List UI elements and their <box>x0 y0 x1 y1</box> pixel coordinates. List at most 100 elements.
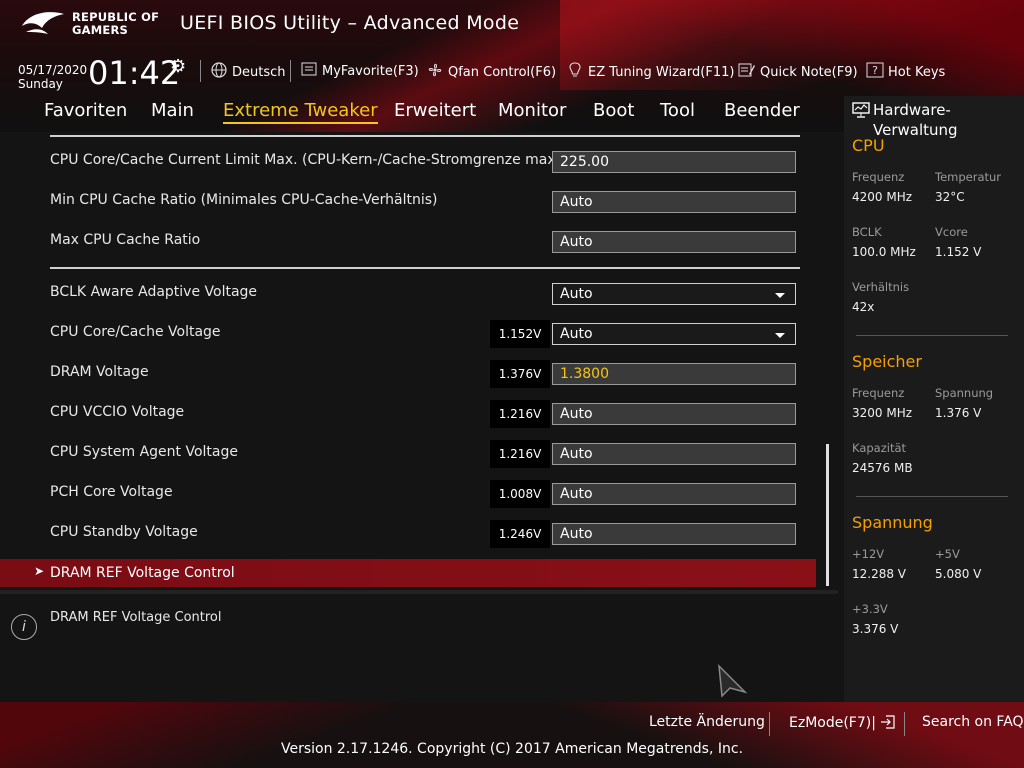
language-label: Deutsch <box>232 64 286 80</box>
section-divider <box>856 496 1008 497</box>
favorite-list-icon <box>300 62 318 80</box>
setting-label: Max CPU Cache Ratio <box>50 232 201 248</box>
qfan-button[interactable]: Qfan Control(F6) <box>426 62 556 82</box>
mem-cap-label: Kapazität <box>852 441 907 455</box>
date-display: 05/17/2020 Sunday <box>18 63 87 91</box>
mem-volt-value: 1.376 V <box>935 406 982 420</box>
copyright-text: Version 2.17.1246. Copyright (C) 2017 Am… <box>280 741 744 757</box>
footer-divider <box>769 712 770 736</box>
section-divider <box>50 135 800 137</box>
search-faq-button[interactable]: Search on FAQ <box>922 714 1024 730</box>
toolbar-divider <box>290 60 291 82</box>
cpu-core-voltage-select[interactable]: Auto <box>552 323 796 345</box>
app-title: UEFI BIOS Utility – Advanced Mode <box>180 12 520 34</box>
min-cache-ratio-input[interactable]: Auto <box>552 191 796 213</box>
cpu-temp-label: Temperatur <box>935 170 1002 184</box>
help-description: DRAM REF Voltage Control <box>50 610 222 625</box>
mouse-cursor-icon <box>718 664 748 698</box>
rog-logo: REPUBLIC OF GAMERS <box>20 8 170 40</box>
cpu-heading: CPU <box>852 136 885 155</box>
tab-boot[interactable]: Boot <box>593 100 634 121</box>
exit-arrow-icon <box>881 715 896 729</box>
pch-core-voltage-input[interactable]: Auto <box>552 483 796 505</box>
setting-label: Min CPU Cache Ratio (Minimales CPU-Cache… <box>50 192 438 208</box>
settings-panel: CPU Core/Cache Current Limit Max. (CPU-K… <box>0 132 838 702</box>
hot-keys-label: Hot Keys <box>888 64 946 80</box>
v5-value: 5.080 V <box>935 567 982 581</box>
ez-tuning-label: EZ Tuning Wizard(F11) <box>588 64 735 80</box>
myfavorite-button[interactable]: MyFavorite(F3) <box>300 62 419 80</box>
submenu-label: DRAM REF Voltage Control <box>50 565 235 581</box>
note-icon <box>738 62 756 82</box>
setting-label: PCH Core Voltage <box>50 484 173 500</box>
tab-erweitert[interactable]: Erweitert <box>394 100 476 121</box>
hot-keys-button[interactable]: ? Hot Keys <box>866 62 945 82</box>
current-limit-input[interactable]: 225.00 <box>552 151 796 173</box>
ratio-value: 42x <box>852 300 875 314</box>
dram-ref-voltage-submenu[interactable]: ➤ DRAM REF Voltage Control <box>0 559 816 587</box>
tab-monitor[interactable]: Monitor <box>498 100 566 121</box>
select-value: Auto <box>560 326 593 342</box>
language-button[interactable]: Deutsch <box>210 62 286 82</box>
hardware-monitor-panel: Hardware-Verwaltung CPU Frequenz Tempera… <box>844 96 1024 702</box>
v33-label: +3.3V <box>852 602 888 616</box>
last-change-button[interactable]: Letzte Änderung <box>649 714 765 730</box>
v12-label: +12V <box>852 547 885 561</box>
chevron-down-icon <box>775 293 785 298</box>
globe-icon <box>210 62 228 82</box>
quick-note-button[interactable]: Quick Note(F9) <box>738 62 858 82</box>
ez-tuning-button[interactable]: EZ Tuning Wizard(F11) <box>566 62 734 82</box>
gear-icon[interactable]: ⚙ <box>170 56 186 77</box>
current-voltage-readout: 1.376V <box>490 360 550 388</box>
mem-freq-label: Frequenz <box>852 386 905 400</box>
vccio-voltage-input[interactable]: Auto <box>552 403 796 425</box>
setting-label: CPU System Agent Voltage <box>50 444 238 460</box>
date: 05/17/2020 <box>18 63 88 77</box>
mem-cap-value: 24576 MB <box>852 461 913 475</box>
tab-main[interactable]: Main <box>151 100 194 121</box>
tab-favoriten[interactable]: Favoriten <box>44 100 127 121</box>
dram-voltage-input[interactable]: 1.3800 <box>552 363 796 385</box>
logo-line-1: REPUBLIC OF <box>72 10 160 24</box>
clock: 01:42 <box>88 54 181 92</box>
setting-label: CPU Core/Cache Current Limit Max. (CPU-K… <box>50 152 566 168</box>
bclk-value: 100.0 MHz <box>852 245 916 259</box>
svg-text:?: ? <box>872 64 878 77</box>
current-voltage-readout: 1.216V <box>490 440 550 468</box>
info-icon: i <box>11 614 37 640</box>
footer: Letzte Änderung EzMode(F7)| Search on FA… <box>0 702 1024 768</box>
tab-beender[interactable]: Beender <box>724 100 800 121</box>
scrollbar[interactable] <box>826 444 829 586</box>
cpu-temp-value: 32°C <box>935 190 965 204</box>
current-voltage-readout: 1.246V <box>490 520 550 548</box>
tab-tool[interactable]: Tool <box>660 100 695 121</box>
monitor-icon <box>852 102 870 118</box>
ratio-label: Verhältnis <box>852 280 910 294</box>
lightbulb-icon <box>566 62 584 82</box>
current-voltage-readout: 1.216V <box>490 400 550 428</box>
setting-label: CPU VCCIO Voltage <box>50 404 185 420</box>
myfavorite-label: MyFavorite(F3) <box>322 63 419 79</box>
mem-volt-label: Spannung <box>935 386 994 400</box>
memory-heading: Speicher <box>852 352 922 371</box>
help-icon: ? <box>866 62 884 82</box>
setting-label: BCLK Aware Adaptive Voltage <box>50 284 258 300</box>
current-voltage-readout: 1.008V <box>490 480 550 508</box>
setting-label: CPU Core/Cache Voltage <box>50 324 221 340</box>
chevron-down-icon <box>775 333 785 338</box>
setting-label: DRAM Voltage <box>50 364 149 380</box>
section-divider <box>856 335 1008 336</box>
toolbar-divider <box>200 60 201 82</box>
standby-voltage-input[interactable]: Auto <box>552 523 796 545</box>
section-divider <box>50 267 800 269</box>
quick-note-label: Quick Note(F9) <box>760 64 858 80</box>
mem-freq-value: 3200 MHz <box>852 406 913 420</box>
bclk-adaptive-voltage-select[interactable]: Auto <box>552 283 796 305</box>
footer-divider <box>904 712 905 736</box>
tab-extreme-tweaker[interactable]: Extreme Tweaker <box>223 100 378 124</box>
ezmode-button[interactable]: EzMode(F7)| <box>789 714 896 731</box>
max-cache-ratio-input[interactable]: Auto <box>552 231 796 253</box>
description-divider <box>0 590 838 594</box>
system-agent-voltage-input[interactable]: Auto <box>552 443 796 465</box>
select-value: Auto <box>560 286 593 302</box>
